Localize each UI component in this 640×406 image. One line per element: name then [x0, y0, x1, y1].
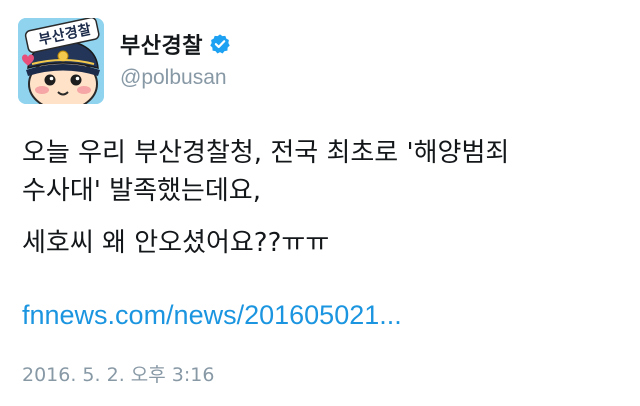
tweet-link[interactable]: fnnews.com/news/201605021... [22, 300, 402, 331]
avatar[interactable]: 부산경찰 [18, 18, 104, 104]
tweet-text-line-1: 오늘 우리 부산경찰청, 전국 최초로 '해양범죄 [22, 138, 510, 168]
verified-badge-icon [209, 33, 231, 55]
display-name[interactable]: 부산경찰 [120, 28, 203, 60]
tweet-text-line-3: 세호씨 왜 안오셨어요??ㅠㅠ [22, 228, 330, 258]
display-name-row: 부산경찰 [120, 28, 231, 60]
tweet-text: 오늘 우리 부산경찰청, 전국 최초로 '해양범죄 수사대' 발족했는데요, 세… [22, 134, 622, 262]
account-handle[interactable]: @polbusan [120, 66, 231, 90]
account-info: 부산경찰 @polbusan [120, 18, 231, 90]
tweet-card: 부산경찰 부산경찰 @polbusan 오늘 우리 부산경찰청, 전국 최초로 … [0, 0, 640, 406]
tweet-header: 부산경찰 부산경찰 @polbusan [18, 18, 231, 108]
tweet-text-line-2: 수사대' 발족했는데요, [22, 176, 261, 206]
tweet-timestamp[interactable]: 2016. 5. 2. 오후 3:16 [22, 360, 214, 387]
